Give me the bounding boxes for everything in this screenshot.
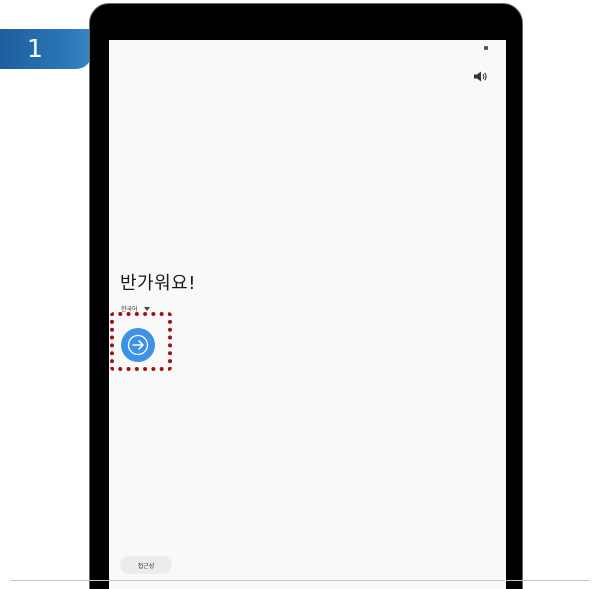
tutorial-stage: 1 반가워요! 한국어 접근성: [0, 0, 598, 589]
bottom-divider: [10, 580, 590, 581]
volume-icon[interactable]: [474, 71, 488, 82]
accessibility-button[interactable]: 접근성: [120, 556, 172, 574]
chevron-down-icon: [143, 306, 150, 311]
highlight-box: [110, 312, 172, 371]
step-number: 1: [27, 34, 43, 63]
step-badge: 1: [0, 29, 92, 69]
status-indicator-icon: [484, 46, 488, 50]
welcome-title: 반가워요!: [120, 273, 196, 294]
